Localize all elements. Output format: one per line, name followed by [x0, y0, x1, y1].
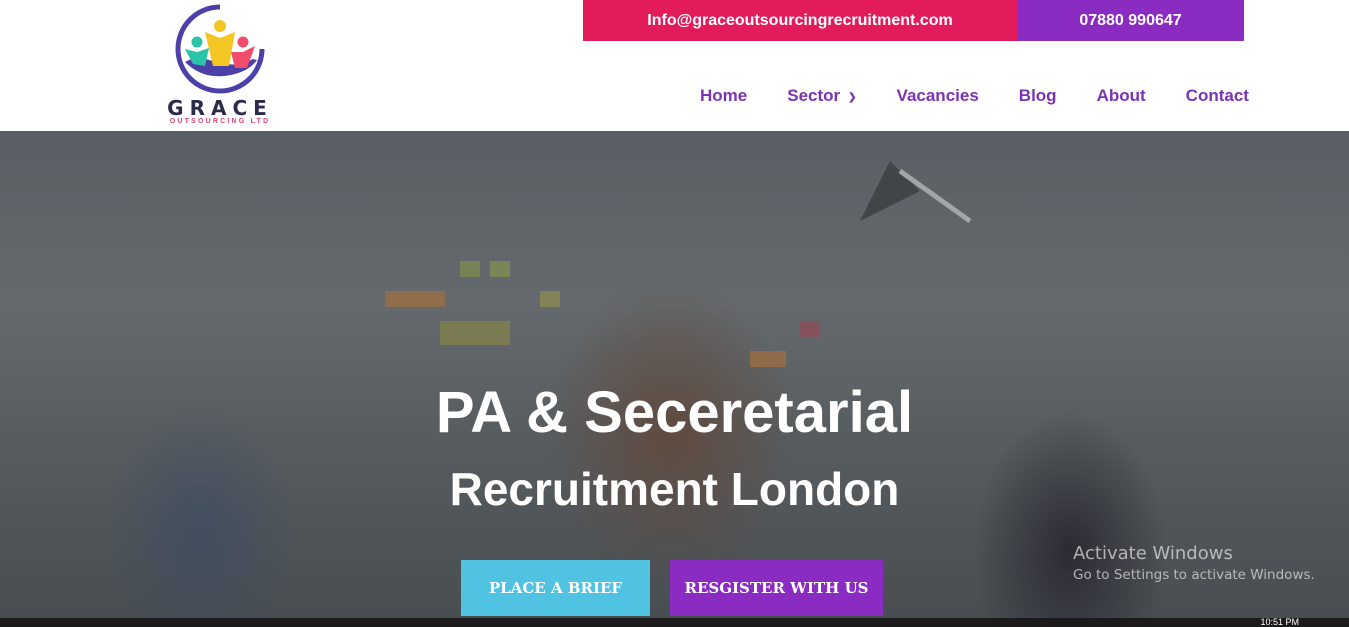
email-link[interactable]: Info@graceoutsourcingrecruitment.com [583, 0, 1017, 41]
logo-name: GRACE [167, 96, 273, 120]
nav-vacancies[interactable]: Vacancies [897, 86, 979, 106]
contact-bar: Info@graceoutsourcingrecruitment.com 078… [583, 0, 1244, 41]
nav-home-label: Home [700, 86, 748, 105]
phone-link[interactable]: 07880 990647 [1017, 0, 1244, 41]
main-nav: Home Sector ❯ Vacancies Blog About Conta… [700, 86, 1249, 106]
nav-about[interactable]: About [1097, 86, 1146, 106]
logo-subtitle: OUTSOURCING LTD [169, 118, 271, 125]
logo-emblem-icon [175, 4, 265, 94]
watermark-subtitle: Go to Settings to activate Windows. [1073, 567, 1315, 583]
nav-about-label: About [1096, 86, 1146, 105]
watermark-title: Activate Windows [1073, 543, 1233, 564]
hero-banner: PA & Seceretarial Recruitment London PLA… [0, 131, 1349, 627]
nav-blog-label: Blog [1018, 86, 1057, 105]
nav-contact[interactable]: Contact [1186, 86, 1249, 106]
site-header: GRACE OUTSOURCING LTD Info@graceoutsourc… [0, 0, 1349, 131]
hero-title: PA & Seceretarial [435, 380, 914, 445]
chevron-down-icon[interactable]: ❯ [848, 92, 856, 103]
nav-home[interactable]: Home [700, 86, 747, 106]
nav-blog[interactable]: Blog [1019, 86, 1057, 106]
nav-contact-label: Contact [1185, 86, 1249, 105]
nav-sector[interactable]: Sector ❯ [787, 86, 856, 106]
place-brief-button[interactable]: PLACE A BRIEF [461, 560, 650, 616]
register-button[interactable]: RESGISTER WITH US [670, 560, 883, 616]
grace-logo[interactable]: GRACE OUTSOURCING LTD [150, 4, 290, 128]
nav-sector-label: Sector [787, 86, 841, 105]
windows-taskbar: 10:51 PM [0, 618, 1349, 627]
activate-windows-watermark: Activate Windows Go to Settings to activ… [1073, 543, 1315, 585]
taskbar-clock[interactable]: 10:51 PM [1260, 618, 1299, 627]
hero-subtitle: Recruitment London [449, 463, 900, 515]
nav-vacancies-label: Vacancies [896, 86, 979, 105]
